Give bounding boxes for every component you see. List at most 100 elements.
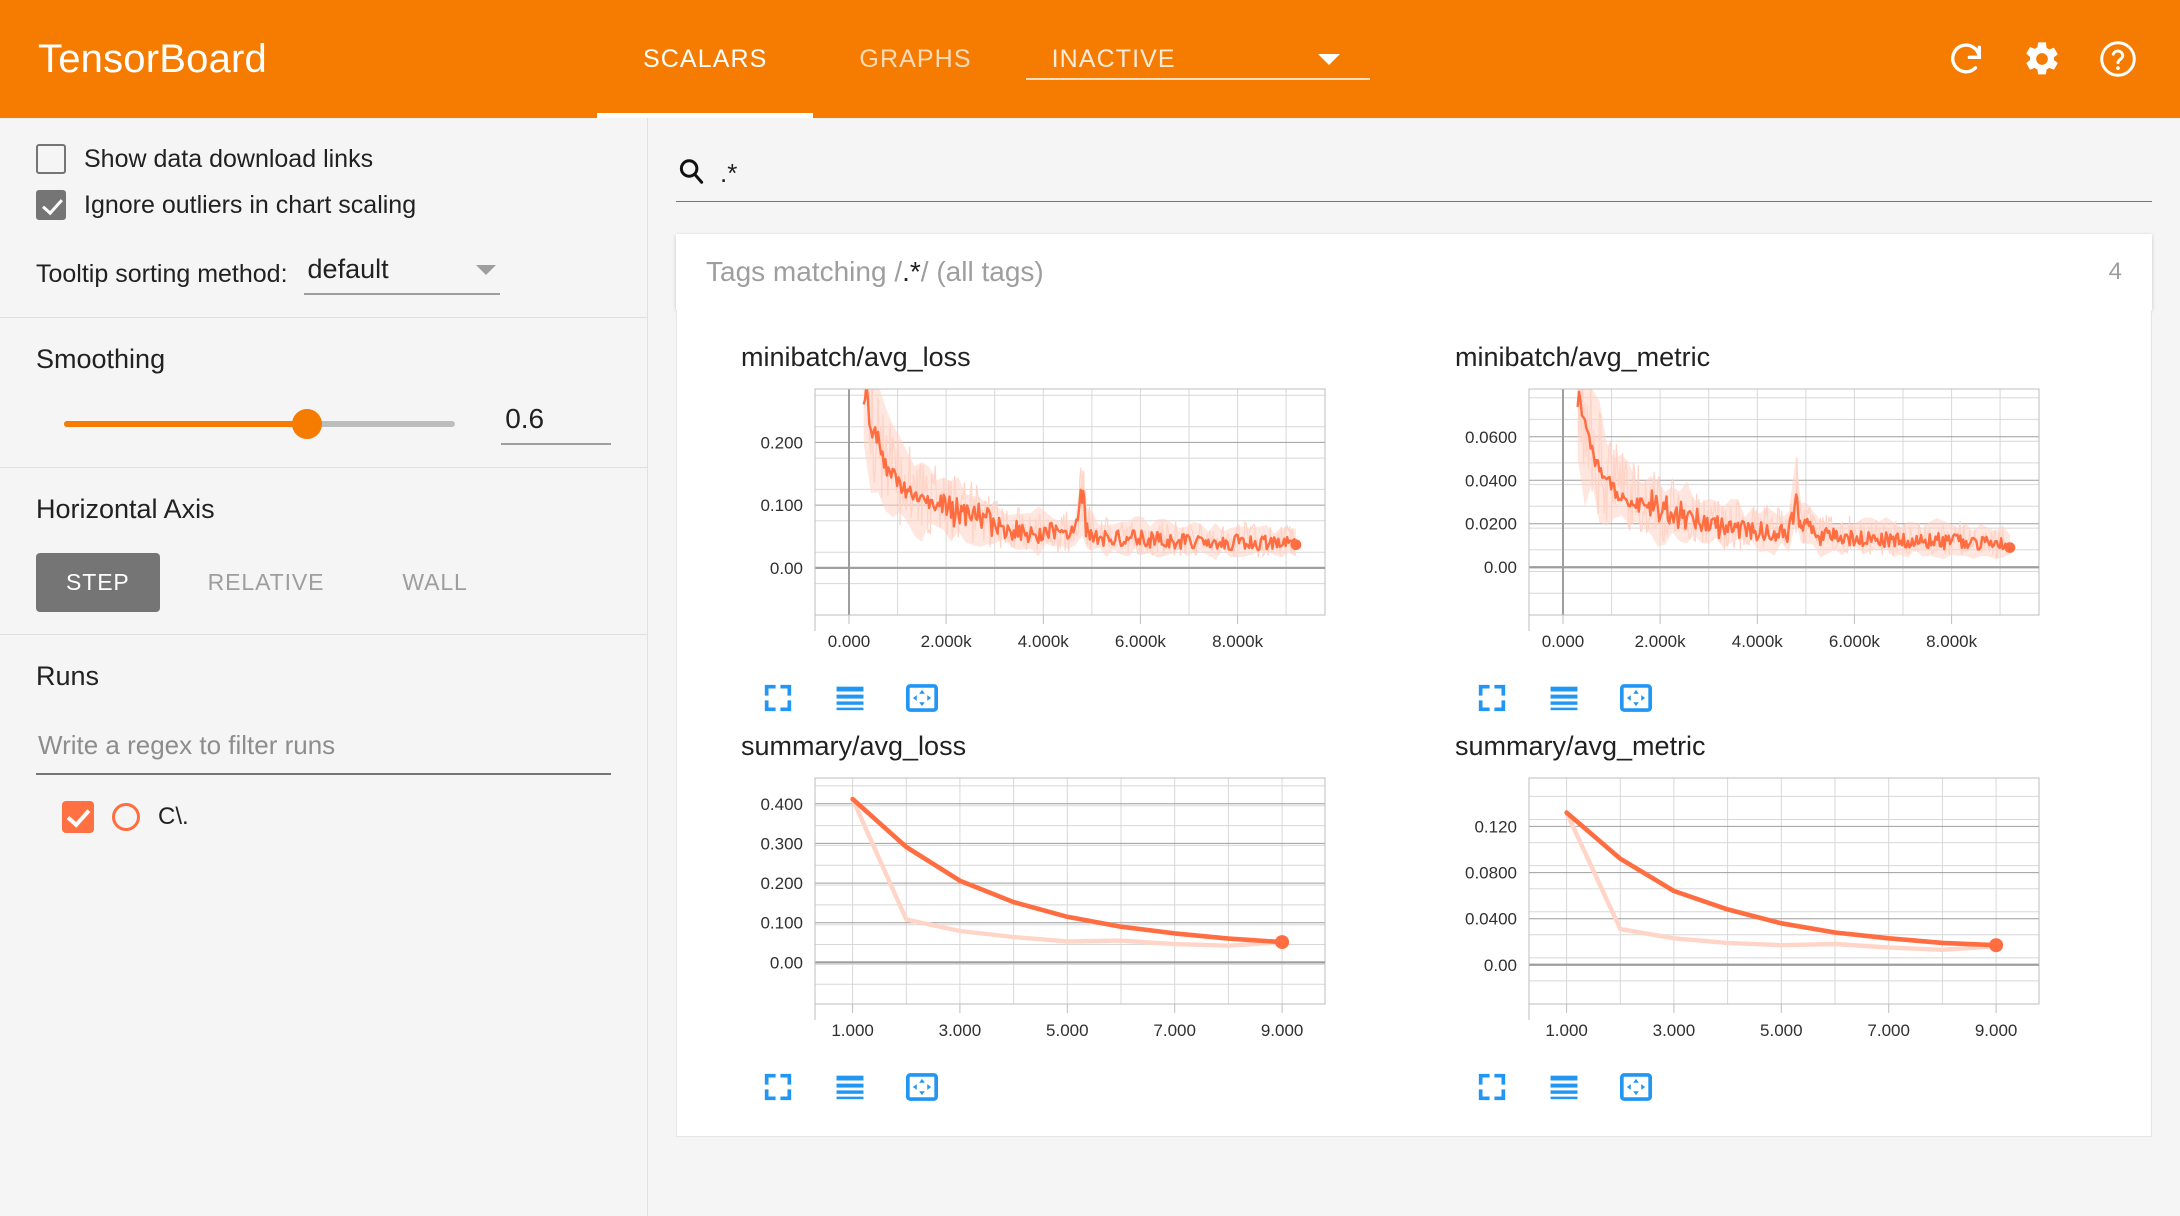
refresh-icon[interactable] — [1944, 37, 1988, 81]
tags-matching-card[interactable]: Tags matching /.*/ (all tags) 4 — [676, 234, 2152, 310]
svg-text:7.000: 7.000 — [1867, 1021, 1910, 1040]
axis-button-wall[interactable]: WALL — [372, 553, 497, 612]
chart-title: minibatch/avg_loss — [741, 342, 971, 372]
runs-title: Runs — [36, 661, 100, 691]
expand-chart-icon[interactable] — [759, 1068, 797, 1106]
svg-text:0.000: 0.000 — [1542, 632, 1585, 651]
settings-sidebar: Show data download links Ignore outliers… — [0, 118, 648, 1216]
svg-text:0.00: 0.00 — [770, 953, 803, 972]
svg-text:9.000: 9.000 — [1261, 1021, 1304, 1040]
sidebar-section-horizontal-axis: Horizontal Axis STEP RELATIVE WALL — [0, 468, 647, 635]
app-brand-title: TensorBoard — [38, 36, 267, 81]
svg-text:1.000: 1.000 — [1545, 1021, 1588, 1040]
tooltip-sorting-value: default — [307, 254, 389, 284]
run-color-circle-icon — [112, 803, 140, 831]
tooltip-sorting-label: Tooltip sorting method: — [36, 260, 288, 288]
svg-text:8.000k: 8.000k — [1212, 632, 1264, 651]
svg-text:0.200: 0.200 — [760, 874, 803, 893]
chart-plot-area[interactable]: 0.00 0.0400 0.0800 0.120 1.000 3.000 5.000 7.00… — [1421, 766, 2121, 1066]
expand-chart-icon[interactable] — [1473, 1068, 1511, 1106]
checkbox-ignore-outliers[interactable]: Ignore outliers in chart scaling — [36, 190, 611, 220]
main-content: .* Tags matching /.*/ (all tags) 4 minib… — [648, 118, 2180, 1216]
svg-text:4.000k: 4.000k — [1732, 632, 1784, 651]
tags-matching-suffix: / (all tags) — [920, 256, 1044, 287]
chart-title: summary/avg_loss — [741, 731, 967, 761]
chart-plot-area[interactable]: 0.00 0.100 0.200 0.300 0.400 1.000 3.000 5.000 7… — [707, 766, 1407, 1066]
gear-icon[interactable] — [2020, 37, 2064, 81]
svg-text:0.120: 0.120 — [1474, 817, 1517, 836]
chart-title: minibatch/avg_metric — [1455, 342, 1711, 372]
horizontal-axis-buttons: STEP RELATIVE WALL — [36, 553, 611, 612]
toggle-y-axis-icon[interactable] — [1545, 1068, 1583, 1106]
top-navigation-bar: TensorBoard SCALARS GRAPHS INACTIVE — [0, 0, 2180, 118]
svg-text:0.0600: 0.0600 — [1465, 428, 1517, 447]
svg-text:6.000k: 6.000k — [1829, 632, 1881, 651]
svg-text:0.100: 0.100 — [760, 496, 803, 515]
checkbox-label-ignore-outliers: Ignore outliers in chart scaling — [84, 190, 417, 219]
svg-text:0.0400: 0.0400 — [1465, 471, 1517, 490]
svg-text:5.000: 5.000 — [1760, 1021, 1803, 1040]
chevron-down-icon — [1317, 53, 1340, 65]
tag-search-value: .* — [720, 158, 738, 188]
reset-zoom-icon[interactable] — [903, 1068, 941, 1106]
chart-card-summary-avg-loss: summary/avg_loss 0.00 0.100 0.200 0.300 0.40… — [707, 717, 1407, 1106]
help-icon[interactable] — [2096, 37, 2140, 81]
chart-toolbar — [707, 1068, 1407, 1106]
svg-text:6.000k: 6.000k — [1115, 632, 1167, 651]
checkbox-checked-icon[interactable] — [36, 190, 66, 220]
tab-graphs[interactable]: GRAPHS — [813, 0, 1017, 118]
svg-text:0.400: 0.400 — [760, 795, 803, 814]
svg-text:0.00: 0.00 — [1484, 558, 1517, 577]
tooltip-sorting-select[interactable]: default — [303, 254, 500, 295]
horizontal-axis-title: Horizontal Axis — [36, 494, 215, 524]
reset-zoom-icon[interactable] — [903, 679, 941, 717]
chart-plot-area[interactable]: 0.00 0.0200 0.0400 0.0600 0.000 2.000k 4.000k 6… — [1421, 377, 2121, 677]
app-body: Show data download links Ignore outliers… — [0, 118, 2180, 1216]
tooltip-sorting-row: Tooltip sorting method: default — [36, 254, 611, 295]
reset-zoom-icon[interactable] — [1617, 1068, 1655, 1106]
toggle-y-axis-icon[interactable] — [1545, 679, 1583, 717]
svg-text:0.0200: 0.0200 — [1465, 515, 1517, 534]
reset-zoom-icon[interactable] — [1617, 679, 1655, 717]
svg-text:9.000: 9.000 — [1975, 1021, 2018, 1040]
tab-scalars[interactable]: SCALARS — [597, 0, 814, 118]
charts-grid: minibatch/avg_loss 0.00 0.100 0.200 0.000 2.… — [707, 328, 2121, 1106]
svg-text:0.300: 0.300 — [760, 834, 803, 853]
smoothing-slider-knob[interactable] — [291, 409, 322, 439]
svg-text:0.000: 0.000 — [828, 632, 871, 651]
runs-filter-input[interactable] — [36, 720, 611, 775]
inactive-plugins-dropdown[interactable]: INACTIVE — [1018, 0, 1378, 118]
sidebar-section-smoothing: Smoothing 0.6 — [0, 318, 647, 468]
tags-matching-count: 4 — [2108, 258, 2122, 285]
chart-toolbar — [1421, 1068, 2121, 1106]
svg-text:0.0800: 0.0800 — [1465, 864, 1517, 883]
svg-text:3.000: 3.000 — [1653, 1021, 1696, 1040]
checkbox-unchecked-icon[interactable] — [36, 144, 66, 174]
run-checkbox-icon[interactable] — [62, 801, 94, 833]
tag-search-inner[interactable]: .* — [676, 156, 2152, 202]
chart-card-summary-avg-metric: summary/avg_metric 0.00 0.0400 0.0800 0.120… — [1421, 717, 2121, 1106]
smoothing-slider[interactable] — [64, 409, 456, 439]
toggle-y-axis-icon[interactable] — [831, 1068, 869, 1106]
svg-text:3.000: 3.000 — [939, 1021, 982, 1040]
axis-button-relative[interactable]: RELATIVE — [178, 553, 355, 612]
expand-chart-icon[interactable] — [759, 679, 797, 717]
chart-plot-area[interactable]: 0.00 0.100 0.200 0.000 2.000k 4.000k 6.000k 8.0… — [707, 377, 1407, 677]
chart-toolbar — [707, 679, 1407, 717]
run-list-item[interactable]: C\. — [36, 801, 611, 833]
sidebar-section-display-options: Show data download links Ignore outliers… — [0, 118, 647, 318]
charts-scroll-area[interactable]: Tags matching /.*/ (all tags) 4 minibatc… — [648, 210, 2180, 1216]
chart-card-minibatch-avg-metric: minibatch/avg_metric 0.00 0.0200 0.0400 0.0… — [1421, 328, 2121, 717]
tensorboard-app: TensorBoard SCALARS GRAPHS INACTIVE Show… — [0, 0, 2180, 1216]
axis-button-step[interactable]: STEP — [36, 553, 160, 612]
run-name-label: C\. — [158, 803, 189, 830]
checkbox-show-data-download-links[interactable]: Show data download links — [36, 144, 611, 174]
toggle-y-axis-icon[interactable] — [831, 679, 869, 717]
checkbox-label-download-links: Show data download links — [84, 144, 374, 173]
smoothing-value-input[interactable]: 0.6 — [501, 403, 611, 445]
inactive-dropdown-label: INACTIVE — [1051, 44, 1176, 73]
topbar-action-icons — [1944, 0, 2180, 118]
expand-chart-icon[interactable] — [1473, 679, 1511, 717]
tag-search-bar: .* — [648, 118, 2180, 210]
